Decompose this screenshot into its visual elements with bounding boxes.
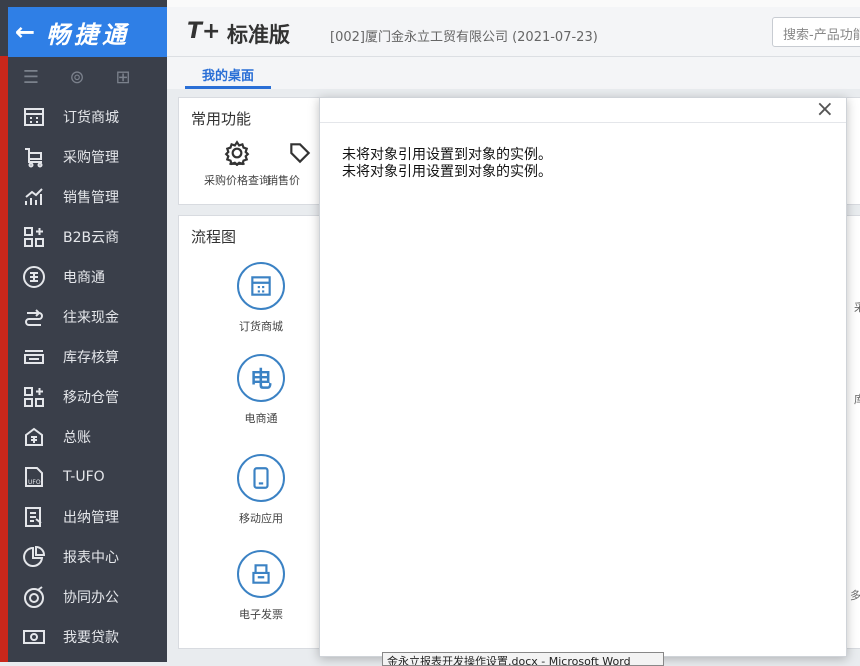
chart-up-icon [20, 185, 48, 209]
flow-item-label: 移动应用 [239, 512, 283, 525]
error-dialog: × 未将对象引用设置到对象的实例。 未将对象引用设置到对象的实例。 [319, 97, 847, 657]
sidebar-item-inventory[interactable]: 库存核算 [8, 337, 167, 377]
e-circle-icon [20, 265, 48, 289]
sidebar-item-label: 采购管理 [63, 150, 119, 166]
sidebar-item-ledger[interactable]: 总账 [8, 417, 167, 457]
grid-plus-icon [20, 225, 48, 249]
sidebar-item-label: 库存核算 [63, 350, 119, 366]
ledger-icon [20, 425, 48, 449]
e-circle-icon: 电 [237, 354, 285, 402]
sidebar-item-label: T-UFO [63, 469, 105, 485]
sidebar-item-t-ufo[interactable]: UFO T-UFO [8, 457, 167, 497]
edge-text: 多 [850, 589, 860, 602]
gear-icon [224, 140, 250, 166]
store-icon [20, 105, 48, 129]
product-title: 标准版 [227, 23, 290, 47]
sidebar-item-mobile-warehouse[interactable]: 移动仓管 [8, 377, 167, 417]
product-mark: T+ [187, 19, 221, 44]
sidebar-item-label: 电商通 [63, 270, 105, 286]
top-edge [167, 0, 860, 7]
tablet-icon [237, 454, 285, 502]
money-icon [20, 625, 48, 649]
header-bar: T+ 标准版 [002]厦门金永立工贸有限公司 (2021-07-23) 搜索-… [167, 7, 860, 57]
add-icon[interactable]: ⊞ [100, 67, 146, 88]
edge-text: 采 [854, 301, 860, 314]
error-message: 未将对象引用设置到对象的实例。 [342, 164, 552, 180]
flow-item-label: 订货商城 [239, 320, 283, 333]
flow-item-label: 电商通 [244, 412, 278, 425]
svg-text:UFO: UFO [28, 479, 41, 486]
sidebar-item-label: 我要贷款 [63, 630, 119, 646]
panel-title: 常用功能 [191, 110, 252, 128]
flow-item-mobile-app[interactable]: 移动应用 [221, 454, 301, 526]
menu-icon[interactable]: ☰ [8, 67, 54, 88]
sidebar-item-order-mall[interactable]: 订货商城 [8, 97, 167, 137]
sidebar-menu: 订货商城 采购管理 销售管理 B2B云商 电商通 往来现金 库存核算 移动仓管 … [8, 97, 167, 657]
sidebar-item-label: 订货商城 [63, 110, 119, 126]
tag-icon [290, 143, 311, 164]
sidebar: ← 畅捷通 ☰ ⊚ ⊞ 订货商城 采购管理 销售管理 B2B云商 电商通 往来现… [0, 0, 167, 662]
quick-item-label: 采购价格查询 [204, 174, 270, 187]
sidebar-item-label: 移动仓管 [63, 390, 119, 406]
flow-item-label: 电子发票 [239, 608, 283, 621]
ufo-icon: UFO [20, 465, 48, 489]
panel-title: 流程图 [191, 228, 237, 246]
sidebar-item-label: B2B云商 [63, 230, 120, 246]
sidebar-item-label: 报表中心 [63, 550, 119, 566]
invoice-icon [237, 550, 285, 598]
dialog-header: × [320, 98, 846, 123]
sidebar-item-label: 总账 [63, 430, 91, 446]
sidebar-item-label: 往来现金 [63, 310, 119, 326]
sidebar-item-sales[interactable]: 销售管理 [8, 177, 167, 217]
sidebar-item-ecommerce[interactable]: 电商通 [8, 257, 167, 297]
sidebar-item-loan[interactable]: 我要贷款 [8, 617, 167, 657]
flow-item-e-invoice[interactable]: 电子发票 [221, 550, 301, 622]
quick-item-purchase-price[interactable]: 采购价格查询 [197, 140, 277, 188]
flow-item-order-mall[interactable]: 订货商城 [221, 262, 301, 334]
quick-item-label: 销售价 [267, 174, 300, 187]
cart-icon [20, 145, 48, 169]
quick-item-sales-price[interactable]: 销售价 [267, 140, 319, 188]
dialog-body: 未将对象引用设置到对象的实例。 未将对象引用设置到对象的实例。 [320, 123, 846, 181]
search-input[interactable]: 搜索-产品功能 [772, 17, 860, 47]
close-icon[interactable]: × [816, 99, 834, 121]
exchange-icon [20, 305, 48, 329]
sidebar-item-label: 销售管理 [63, 190, 119, 206]
brand-logo[interactable]: ← 畅捷通 [8, 7, 167, 57]
edge-text: 库 [854, 393, 860, 406]
sidebar-item-label: 出纳管理 [63, 510, 119, 526]
sidebar-item-cashier[interactable]: 出纳管理 [8, 497, 167, 537]
grid-plus-icon [20, 385, 48, 409]
tab-my-desktop[interactable]: 我的桌面 [185, 65, 271, 89]
flow-item-ecommerce[interactable]: 电 电商通 [221, 354, 301, 426]
sidebar-item-cash[interactable]: 往来现金 [8, 297, 167, 337]
cashier-icon [20, 505, 48, 529]
sidebar-item-reports[interactable]: 报表中心 [8, 537, 167, 577]
tab-bar: 我的桌面 [167, 57, 860, 89]
company-info: [002]厦门金永立工贸有限公司 (2021-07-23) [330, 30, 598, 45]
settings-icon[interactable]: ⊚ [54, 67, 100, 88]
sidebar-item-purchase[interactable]: 采购管理 [8, 137, 167, 177]
background-window-strip [0, 56, 8, 662]
error-message: 未将对象引用设置到对象的实例。 [342, 147, 552, 163]
sidebar-item-collaboration[interactable]: 协同办公 [8, 577, 167, 617]
pie-icon [20, 545, 48, 569]
brand-name: 畅捷通 [46, 20, 130, 49]
store-icon [237, 262, 285, 310]
sidebar-item-label: 协同办公 [63, 590, 119, 606]
printer-icon [20, 345, 48, 369]
taskbar-tooltip: 金永立报表开发操作设置.docx - Microsoft Word [382, 652, 664, 666]
app-window: ← 畅捷通 ☰ ⊚ ⊞ 订货商城 采购管理 销售管理 B2B云商 电商通 往来现… [0, 0, 860, 666]
back-arrow-icon[interactable]: ← [10, 18, 40, 46]
sidebar-item-b2b[interactable]: B2B云商 [8, 217, 167, 257]
sidebar-toolbar: ☰ ⊚ ⊞ [8, 57, 167, 97]
target-icon [20, 585, 48, 609]
